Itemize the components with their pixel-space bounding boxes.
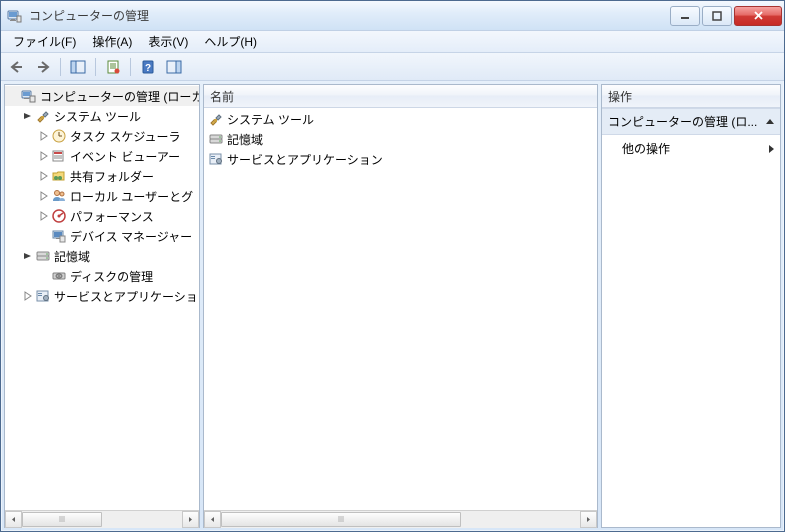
expander-icon[interactable] xyxy=(21,109,35,123)
action-item-label: 他の操作 xyxy=(622,140,670,157)
expander-icon[interactable] xyxy=(37,129,51,143)
tree-node-label: システム ツール xyxy=(54,108,141,125)
tree-view[interactable]: コンピューターの管理 (ローカ システム ツール タスク スケジューラ イベント… xyxy=(5,85,199,510)
menu-view[interactable]: 表示(V) xyxy=(140,30,196,53)
actions-body: コンピューターの管理 (ロ... 他の操作 xyxy=(602,108,780,527)
help-button[interactable]: ? xyxy=(136,56,160,78)
maximize-button[interactable] xyxy=(702,6,732,26)
toolbar: ? xyxy=(1,53,784,81)
menu-file[interactable]: ファイル(F) xyxy=(5,30,84,53)
column-header-name[interactable]: 名前 xyxy=(204,85,597,108)
tree-node-shared-folders[interactable]: 共有フォルダー xyxy=(5,166,199,186)
actions-panel: 操作 コンピューターの管理 (ロ... 他の操作 xyxy=(601,84,781,528)
expander-icon[interactable] xyxy=(37,169,51,183)
window-controls xyxy=(670,6,782,26)
close-button[interactable] xyxy=(734,6,782,26)
performance-icon xyxy=(51,208,67,224)
tree-node-label: パフォーマンス xyxy=(70,208,154,225)
tree-node-label: タスク スケジューラ xyxy=(70,128,181,145)
scroll-left-button[interactable] xyxy=(204,511,221,528)
expander-icon[interactable] xyxy=(37,189,51,203)
action-group-label: コンピューターの管理 (ロ... xyxy=(608,113,757,130)
action-other-actions[interactable]: 他の操作 xyxy=(602,135,780,162)
toolbar-separator xyxy=(130,58,131,76)
scroll-track[interactable] xyxy=(221,511,580,528)
tools-icon xyxy=(35,108,51,124)
tree-panel: コンピューターの管理 (ローカ システム ツール タスク スケジューラ イベント… xyxy=(4,84,200,528)
window-title: コンピューターの管理 xyxy=(29,7,670,24)
tree-node-label: ローカル ユーザーとグ xyxy=(70,188,193,205)
back-button[interactable] xyxy=(5,56,29,78)
tree-node-disk-management[interactable]: ディスクの管理 xyxy=(5,266,199,286)
computer-management-icon xyxy=(21,88,37,104)
arrow-right-icon xyxy=(769,145,774,153)
tree-node-device-manager[interactable]: デバイス マネージャー xyxy=(5,226,199,246)
toolbar-separator xyxy=(95,58,96,76)
storage-icon xyxy=(35,248,51,264)
tree-node-label: デバイス マネージャー xyxy=(70,228,192,245)
clock-icon xyxy=(51,128,67,144)
forward-button[interactable] xyxy=(31,56,55,78)
list-item-storage[interactable]: 記憶域 xyxy=(204,129,597,149)
list-hscrollbar[interactable] xyxy=(204,510,597,527)
list-view[interactable]: システム ツール 記憶域 サービスとアプリケーション xyxy=(204,108,597,510)
properties-button[interactable] xyxy=(101,56,125,78)
list-item-label: サービスとアプリケーション xyxy=(227,151,383,168)
toolbar-separator xyxy=(60,58,61,76)
show-hide-tree-button[interactable] xyxy=(66,56,90,78)
list-item-services[interactable]: サービスとアプリケーション xyxy=(204,149,597,169)
actions-header: 操作 xyxy=(602,85,780,108)
show-hide-action-button[interactable] xyxy=(162,56,186,78)
action-group-header[interactable]: コンピューターの管理 (ロ... xyxy=(602,108,780,135)
list-item-label: システム ツール xyxy=(227,111,314,128)
tree-node-label: 共有フォルダー xyxy=(70,168,154,185)
minimize-button[interactable] xyxy=(670,6,700,26)
expander-icon[interactable] xyxy=(37,149,51,163)
tree-node-system-tools[interactable]: システム ツール xyxy=(5,106,199,126)
content-area: コンピューターの管理 (ローカ システム ツール タスク スケジューラ イベント… xyxy=(1,81,784,531)
menu-action[interactable]: 操作(A) xyxy=(84,30,140,53)
event-viewer-icon xyxy=(51,148,67,164)
services-icon xyxy=(208,151,224,167)
list-item-system-tools[interactable]: システム ツール xyxy=(204,109,597,129)
scroll-track[interactable] xyxy=(22,511,182,528)
device-manager-icon xyxy=(51,228,67,244)
expander-icon[interactable] xyxy=(21,289,35,303)
app-window: コンピューターの管理 ファイル(F) 操作(A) 表示(V) ヘルプ(H) xyxy=(0,0,785,532)
tree-node-label: サービスとアプリケーショ xyxy=(54,288,198,305)
tree-hscrollbar[interactable] xyxy=(5,510,199,527)
users-icon xyxy=(51,188,67,204)
expander-icon[interactable] xyxy=(37,209,51,223)
arrow-up-icon xyxy=(766,119,774,124)
tree-node-label: ディスクの管理 xyxy=(70,268,153,285)
shared-folder-icon xyxy=(51,168,67,184)
scroll-right-button[interactable] xyxy=(182,511,199,528)
tree-root[interactable]: コンピューターの管理 (ローカ xyxy=(5,86,199,106)
services-icon xyxy=(35,288,51,304)
svg-text:?: ? xyxy=(145,63,151,74)
tree-node-task-scheduler[interactable]: タスク スケジューラ xyxy=(5,126,199,146)
tree-node-event-viewer[interactable]: イベント ビューアー xyxy=(5,146,199,166)
scroll-right-button[interactable] xyxy=(580,511,597,528)
tree-node-local-users[interactable]: ローカル ユーザーとグ xyxy=(5,186,199,206)
list-item-label: 記憶域 xyxy=(227,131,263,148)
tree-node-performance[interactable]: パフォーマンス xyxy=(5,206,199,226)
disk-icon xyxy=(51,268,67,284)
scroll-left-button[interactable] xyxy=(5,511,22,528)
list-panel: 名前 システム ツール 記憶域 サービスとアプリケーション xyxy=(203,84,598,528)
titlebar: コンピューターの管理 xyxy=(1,1,784,31)
tools-icon xyxy=(208,111,224,127)
tree-node-services-apps[interactable]: サービスとアプリケーショ xyxy=(5,286,199,306)
menu-help[interactable]: ヘルプ(H) xyxy=(196,30,265,53)
menubar: ファイル(F) 操作(A) 表示(V) ヘルプ(H) xyxy=(1,31,784,53)
scroll-thumb[interactable] xyxy=(221,512,461,527)
storage-icon xyxy=(208,131,224,147)
scroll-thumb[interactable] xyxy=(22,512,102,527)
app-icon xyxy=(7,8,23,24)
tree-node-label: イベント ビューアー xyxy=(70,148,180,165)
tree-node-label: コンピューターの管理 (ローカ xyxy=(40,88,199,105)
tree-node-storage[interactable]: 記憶域 xyxy=(5,246,199,266)
expander-icon[interactable] xyxy=(21,249,35,263)
tree-node-label: 記憶域 xyxy=(54,248,90,265)
